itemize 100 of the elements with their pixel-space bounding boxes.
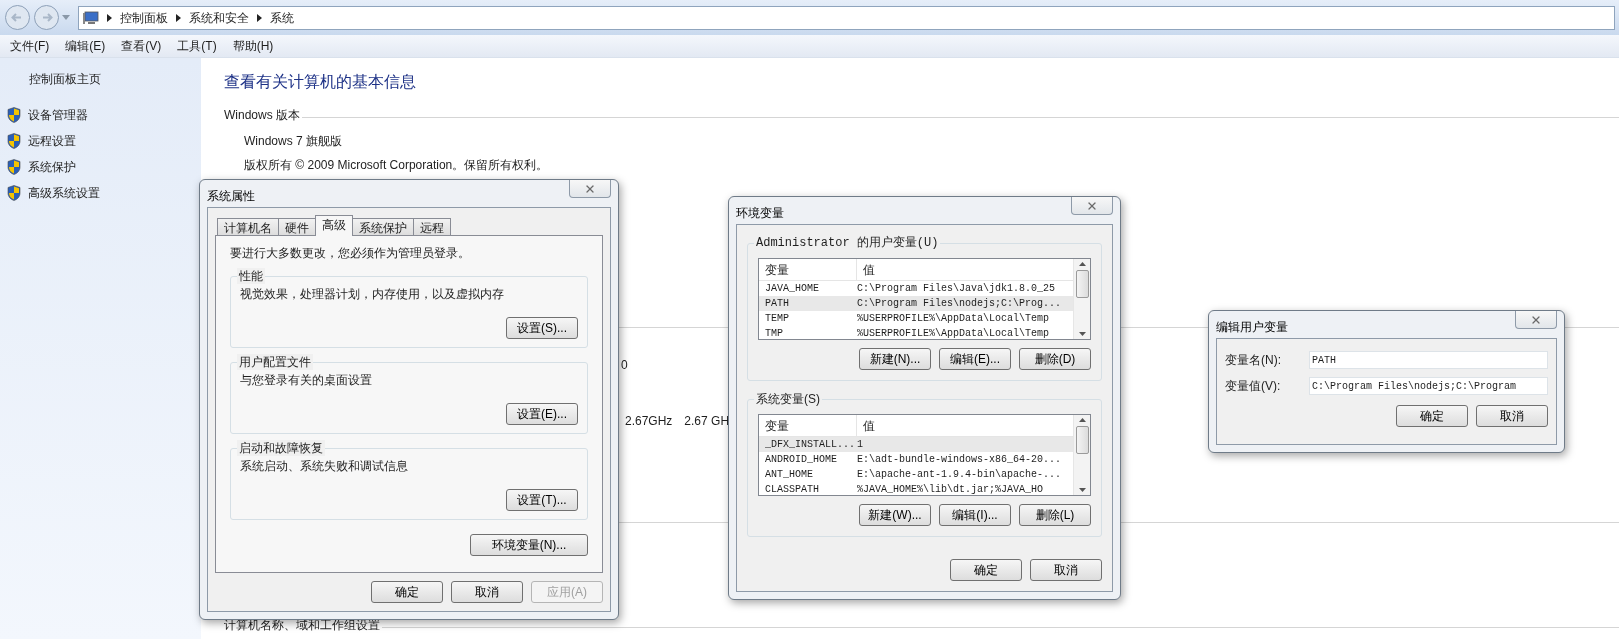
dialog-button[interactable]: 确定 [950,559,1022,581]
group-title: 用户配置文件 [237,354,313,370]
dialog-button[interactable]: 取消 [1476,405,1548,427]
chevron-right-icon [176,13,181,22]
scrollbar[interactable] [1073,415,1090,495]
text-field[interactable]: C:\Program Files\nodejs;C:\Program [1309,377,1548,395]
variable-value: 1 [857,438,864,452]
shield-icon [7,159,21,175]
page-title: 查看有关计算机的基本信息 [224,72,417,92]
scroll-up-arrow-icon[interactable] [1078,262,1086,266]
group-title: 系统变量(S) [754,391,822,407]
scrollbar[interactable] [1073,259,1090,339]
variable-name: ANT_HOME [764,468,814,482]
copyright-text: 版权所有 © 2009 Microsoft Corporation。保留所有权利。 [244,157,549,174]
breadcrumb-item[interactable]: 控制面板 [120,8,168,27]
variable-name: JAVA_HOME [764,282,820,296]
section-heading: Windows 版本 [224,107,300,124]
variable-row[interactable]: _DFX_INSTALL... 1 [759,437,1073,452]
dialog-button[interactable]: 取消 [451,581,523,603]
variable-value: E:\adt-bundle-windows-x86_64-20... [857,453,1063,467]
field-label: 变量值(V): [1225,378,1282,395]
variable-name: TMP [764,327,784,339]
menu-item[interactable]: 文件(F) [10,37,50,55]
chevron-right-icon [107,13,112,22]
variable-row[interactable]: JAVA_HOME C:\Program Files\Java\jdk1.8.0_25 [759,281,1073,296]
chevron-right-icon [257,13,262,22]
group-title: 性能 [237,268,265,284]
info-value: 2.67 GH [684,413,730,430]
group-description: 视觉效果，处理器计划，内存使用，以及虚拟内存 [240,286,505,303]
variable-row[interactable]: CLASSPATH %JAVA_HOME%\lib\dt.jar;%JAVA_HO [759,482,1073,495]
back-button[interactable] [4,4,31,31]
settings-button[interactable]: 设置(E)... [506,403,578,425]
variable-row[interactable]: TMP %USERPROFILE%\AppData\Local\Temp [759,326,1073,339]
environment-variables-button[interactable]: 环境变量(N)... [470,534,588,556]
settings-button[interactable]: 设置(S)... [506,317,578,339]
sidebar-home-link[interactable]: 控制面板主页 [29,70,201,88]
tab[interactable]: 高级 [315,215,353,236]
menu-item[interactable]: 工具(T) [177,37,217,55]
dialog-button[interactable]: 确定 [1396,405,1468,427]
variable-row[interactable]: ANT_HOME E:\apache-ant-1.9.4-bin\apache-... [759,467,1073,482]
dialog-button[interactable]: 取消 [1030,559,1102,581]
menu-item[interactable]: 查看(V) [121,37,162,55]
breadcrumb-item[interactable]: 系统 [270,8,294,27]
shield-icon [7,133,21,149]
list-action-button[interactable]: 删除(L) [1019,504,1091,526]
forward-button[interactable] [33,4,60,31]
tab[interactable]: 硬件 [278,218,316,236]
variable-value: E:\apache-ant-1.9.4-bin\apache-... [857,468,1063,482]
group-title: Administrator 的用户变量(U) [754,235,941,251]
close-button[interactable] [1515,311,1557,329]
sidebar-link[interactable]: 设备管理器 [28,106,88,124]
dialog-title: 编辑用户变量 [1216,319,1288,336]
sidebar-link[interactable]: 系统保护 [28,158,76,176]
column-header[interactable]: 变量 [759,415,857,436]
group-title: 启动和故障恢复 [237,440,325,456]
variable-value: %USERPROFILE%\AppData\Local\Temp [857,327,1051,339]
list-action-button[interactable]: 新建(W)... [859,504,931,526]
shield-icon [7,107,21,123]
close-button[interactable] [1071,197,1113,215]
dialog-title: 系统属性 [207,188,255,205]
menu-item[interactable]: 编辑(E) [65,37,106,55]
list-action-button[interactable]: 新建(N)... [859,348,931,370]
variable-row[interactable]: ANDROID_HOME E:\adt-bundle-windows-x86_64-20... [759,452,1073,467]
close-button[interactable] [569,180,611,198]
dialog-button[interactable]: 确定 [371,581,443,603]
list-action-button[interactable]: 编辑(E)... [939,348,1011,370]
scroll-up-arrow-icon[interactable] [1078,418,1086,422]
column-header[interactable]: 变量 [759,259,857,280]
tab[interactable]: 系统保护 [352,218,414,236]
info-value: 0 [621,357,628,374]
scroll-down-arrow-icon[interactable] [1078,488,1086,492]
variable-row[interactable]: TEMP %USERPROFILE%\AppData\Local\Temp [759,311,1073,326]
computer-icon [83,10,99,25]
windows-edition: Windows 7 旗舰版 [244,133,343,150]
field-label: 变量名(N): [1225,352,1282,369]
sidebar-link[interactable]: 高级系统设置 [28,184,100,202]
list-action-button[interactable]: 删除(D) [1019,348,1091,370]
variable-name: TEMP [764,312,790,326]
variable-row[interactable]: PATH C:\Program Files\nodejs;C:\Prog... [759,296,1073,311]
variable-value: C:\Program Files\nodejs;C:\Prog... [857,297,1063,311]
settings-button[interactable]: 设置(T)... [506,489,578,511]
variable-name: _DFX_INSTALL... [764,438,856,452]
column-header[interactable]: 值 [857,415,1073,436]
column-header[interactable]: 值 [857,259,1073,280]
text-field[interactable]: PATH [1309,351,1548,369]
address-bar[interactable]: 控制面板 系统和安全 系统 [78,5,1615,30]
variable-value: %JAVA_HOME%\lib\dt.jar;%JAVA_HO [857,483,1045,495]
dropdown-caret-icon[interactable] [62,15,70,20]
variable-name: CLASSPATH [764,483,820,495]
scroll-down-arrow-icon[interactable] [1078,332,1086,336]
list-action-button[interactable]: 编辑(I)... [939,504,1011,526]
sidebar-link[interactable]: 远程设置 [28,132,76,150]
variable-name: ANDROID_HOME [764,453,838,467]
menu-item[interactable]: 帮助(H) [232,37,274,55]
info-value: 2.67GHz [625,413,673,430]
tab[interactable]: 远程 [413,218,451,236]
variable-value: C:\Program Files\Java\jdk1.8.0_25 [857,282,1057,296]
breadcrumb-item[interactable]: 系统和安全 [189,8,249,27]
variable-value: %USERPROFILE%\AppData\Local\Temp [857,312,1051,326]
tab[interactable]: 计算机名 [217,218,279,236]
